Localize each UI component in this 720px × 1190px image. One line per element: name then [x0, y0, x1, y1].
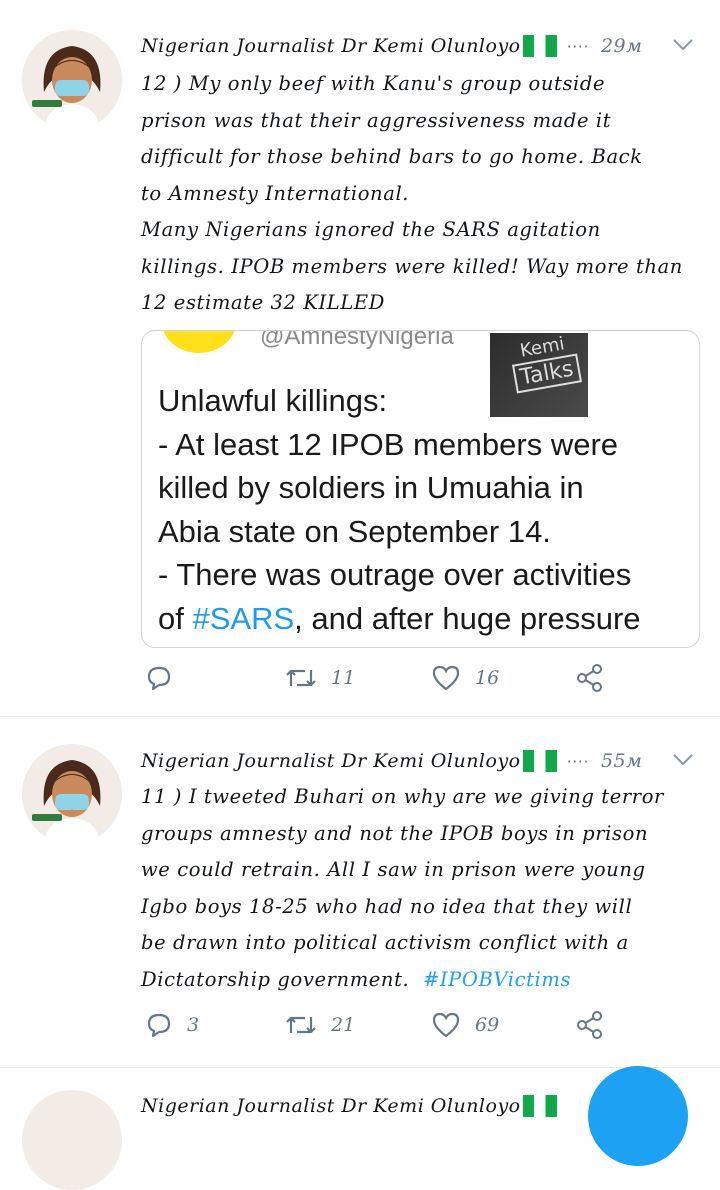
card-line: - At least 12 IPOB members were	[158, 426, 619, 462]
reply-button[interactable]: 3	[145, 1011, 199, 1039]
tweet[interactable]: Nigerian Journalist Dr Kemi Olunloyo ···…	[0, 0, 720, 717]
card-line: of #SARS, and after huge pressure	[158, 597, 687, 641]
card-line: - There was outrage over activities	[158, 557, 632, 592]
text-line: killings. IPOB members were killed! Way …	[141, 254, 683, 278]
heart-icon	[432, 665, 460, 691]
card-line: Abia state on September 14.	[158, 513, 551, 549]
tweet-actions: 3 21 69	[141, 1011, 621, 1051]
hashtag-link[interactable]: #IPOBVictims	[423, 968, 571, 991]
timestamp[interactable]: 29м	[601, 35, 642, 57]
avatar[interactable]	[22, 1090, 122, 1190]
card-text: Unlawful killings: - At least 12 IPOB me…	[158, 379, 687, 640]
like-count: 16	[475, 667, 500, 689]
share-button[interactable]	[575, 1011, 605, 1039]
like-button[interactable]: 16	[431, 664, 499, 692]
like-count: 69	[475, 1014, 500, 1036]
chevron-down-icon[interactable]	[672, 35, 694, 57]
text-line: Dictatorship government. #IPOBVictims	[141, 962, 702, 999]
retweet-button[interactable]: 11	[285, 664, 355, 692]
card-line: killed by soldiers in Umuahia in	[158, 470, 584, 505]
tweet-header: Nigerian Journalist Dr Kemi Olunloyo ···…	[141, 741, 694, 781]
timestamp[interactable]: 55м	[601, 750, 642, 772]
tweet-header: Nigerian Journalist Dr Kemi Olunloyo ···…	[141, 26, 694, 66]
retweet-icon	[286, 669, 316, 687]
tweet-text: 12 ) My only beef with Kanu's group outs…	[141, 66, 702, 322]
text-line: 12 estimate 32 KILLED	[141, 291, 385, 314]
reply-count: 3	[187, 1014, 200, 1036]
card-handle: @AmnestyNigeria	[260, 330, 454, 350]
card-line-text: of	[158, 600, 193, 636]
author-name[interactable]: Nigerian Journalist Dr Kemi Olunloyo	[141, 1095, 521, 1117]
avatar[interactable]	[22, 30, 122, 130]
avatar-image	[22, 30, 122, 130]
author-name[interactable]: Nigerian Journalist Dr Kemi Olunloyo	[141, 750, 521, 772]
retweet-button[interactable]: 21	[285, 1011, 355, 1039]
text-line: Many Nigerians ignored the SARS agitatio…	[141, 218, 601, 241]
attached-image-card[interactable]: @AmnestyNigeria Kemi Talks Unlawful kill…	[141, 330, 700, 648]
text-line: 11 ) I tweeted Buhari on why are we givi…	[141, 785, 664, 808]
nigeria-flag-icon	[522, 750, 557, 772]
share-icon	[577, 664, 602, 692]
hashtag-link[interactable]: #SARS	[192, 601, 294, 636]
card-line-text: , and after huge pressure	[294, 600, 641, 636]
tweet[interactable]: Nigerian Journalist Dr Kemi Olunloyo ···…	[0, 717, 720, 1068]
card-line: Unlawful killings:	[158, 383, 388, 418]
share-icon	[577, 1011, 602, 1039]
reply-icon	[147, 1013, 171, 1038]
amnesty-logo	[162, 331, 236, 353]
avatar-image	[22, 744, 122, 844]
nigeria-flag-icon	[522, 35, 557, 57]
text-line: groups amnesty and not the IPOB boys in …	[141, 821, 649, 845]
nigeria-flag-icon	[522, 1095, 557, 1117]
text-line: difficult for those behind bars to go ho…	[141, 145, 643, 168]
compose-tweet-button[interactable]	[588, 1066, 688, 1166]
text-line: we could retrain. All I saw in prison we…	[141, 858, 646, 881]
retweet-count: 11	[331, 667, 356, 689]
like-button[interactable]: 69	[431, 1011, 499, 1039]
share-button[interactable]	[575, 664, 605, 692]
heart-icon	[432, 1012, 460, 1038]
tweet-actions: 11 16	[141, 664, 621, 704]
text-line: to Amnesty International.	[141, 181, 410, 205]
chevron-down-icon[interactable]	[672, 750, 694, 772]
text-line: 12 ) My only beef with Kanu's group outs…	[141, 72, 606, 95]
text-line: prison was that their aggressiveness mad…	[141, 108, 612, 132]
retweet-icon	[286, 1016, 316, 1034]
reply-icon	[147, 666, 171, 691]
tweet-text: 11 ) I tweeted Buhari on why are we givi…	[141, 779, 702, 998]
separator-dots: ····	[566, 751, 589, 771]
separator-dots: ····	[566, 36, 589, 56]
text-line: be drawn into political activism conflic…	[141, 931, 629, 954]
text-line: Igbo boys 18-25 who had no idea that the…	[141, 894, 633, 918]
reply-button[interactable]	[145, 664, 187, 692]
avatar[interactable]	[22, 744, 122, 844]
text-fragment: Dictatorship government.	[141, 967, 410, 991]
retweet-count: 21	[331, 1014, 356, 1036]
author-name[interactable]: Nigerian Journalist Dr Kemi Olunloyo	[141, 35, 521, 57]
